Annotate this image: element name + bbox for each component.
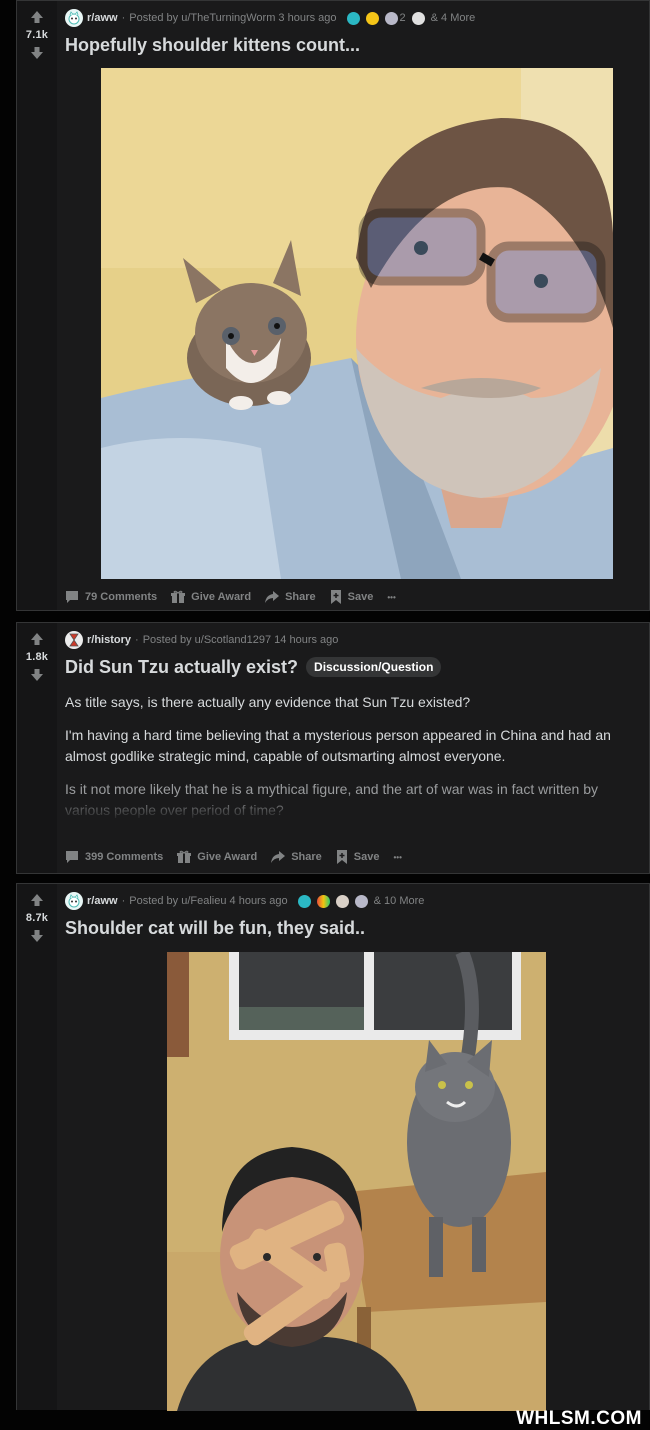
comments-label: 399 Comments [85,851,164,863]
meta-separator: · [135,634,139,646]
gift-icon [171,590,186,603]
give-award-label: Give Award [191,591,252,603]
more-options-button[interactable]: ••• [387,593,395,602]
watermark: WHLSM.COM [516,1408,642,1429]
post-image[interactable] [101,68,613,579]
comment-icon [66,851,78,863]
post-body: As title says, is there actually any evi… [65,692,645,821]
more-awards[interactable]: & 10 More [374,895,425,907]
posted-by[interactable]: Posted by u/Fealieu 4 hours ago [129,895,287,907]
post-flair[interactable]: Discussion/Question [306,657,442,677]
post-card[interactable]: 8.7k r/aww · Posted by u/Fealieu 4 hours… [16,883,650,1411]
comments-button[interactable]: 79 Comments [65,590,157,604]
save-button[interactable]: Save [336,850,380,864]
subreddit-link[interactable]: r/history [87,634,131,646]
share-icon [271,851,286,863]
post-meta: r/aww · Posted by u/Fealieu 4 hours ago … [65,890,645,912]
downvote-icon[interactable] [29,45,45,61]
vote-column: 7.1k [17,1,57,610]
subreddit-icon[interactable] [65,9,83,27]
award-icon[interactable] [384,11,398,25]
more-options-icon: ••• [387,592,396,602]
award-count: 2 [399,12,406,24]
downvote-icon[interactable] [29,928,45,944]
save-label: Save [347,591,374,603]
bookmark-icon [336,850,347,864]
give-award-label: Give Award [197,851,258,863]
post-title[interactable]: Did Sun Tzu actually exist? Discussion/Q… [65,655,645,679]
comment-icon [66,591,78,603]
vote-score: 1.8k [25,651,49,663]
share-icon [265,591,280,603]
share-button[interactable]: Share [271,850,322,864]
award-icon[interactable] [354,894,368,908]
share-label: Share [285,591,316,603]
subreddit-icon[interactable] [65,631,83,649]
bookmark-icon [330,590,341,604]
vote-column: 1.8k [17,623,57,873]
post-body-paragraph: Is it not more likely that he is a mythi… [65,781,599,818]
upvote-icon[interactable] [29,9,45,25]
posted-by[interactable]: Posted by u/TheTurningWorm 3 hours ago [129,12,336,24]
meta-separator: · [121,12,126,24]
post-body-paragraph: I'm having a hard time believing that a … [65,727,611,764]
gift-icon [177,850,192,863]
more-options-icon: ••• [393,852,402,862]
award-icon[interactable] [316,894,330,908]
subreddit-link[interactable]: r/aww [87,12,118,24]
post-image[interactable] [167,952,546,1411]
post-title-text: Did Sun Tzu actually exist? [65,657,299,677]
downvote-icon[interactable] [29,667,45,683]
post-meta: r/history · Posted by u/Scotland1297 14 … [65,629,645,651]
post-actions: 399 Comments Give Award Share Save ••• [65,844,416,870]
post-card[interactable]: 7.1k r/aww · Posted by u/TheTurningWorm … [16,0,650,611]
post-title[interactable]: Hopefully shoulder kittens count... [65,33,645,57]
award-icon[interactable] [346,11,360,25]
save-label: Save [353,851,380,863]
give-award-button[interactable]: Give Award [171,590,251,604]
share-button[interactable]: Share [265,590,316,604]
vote-score: 8.7k [25,912,49,924]
award-icon[interactable] [335,894,349,908]
upvote-icon[interactable] [29,892,45,908]
save-button[interactable]: Save [330,590,374,604]
vote-score: 7.1k [25,29,49,41]
posted-by[interactable]: Posted by u/Scotland1297 14 hours ago [143,634,339,646]
award-icon[interactable] [411,11,425,25]
post-body-paragraph: As title says, is there actually any evi… [65,694,471,710]
subreddit-icon[interactable] [65,892,83,910]
post-title[interactable]: Shoulder cat will be fun, they said.. [65,916,645,940]
subreddit-link[interactable]: r/aww [87,895,118,907]
post-meta: r/aww · Posted by u/TheTurningWorm 3 hou… [65,7,645,29]
meta-separator: · [121,895,126,907]
award-icon[interactable] [297,894,311,908]
give-award-button[interactable]: Give Award [177,850,257,864]
award-icon[interactable] [365,11,379,25]
vote-column: 8.7k [17,884,57,1410]
post-card[interactable]: 1.8k r/history · Posted by u/Scotland129… [16,622,650,874]
post-actions: 79 Comments Give Award Share Save ••• [65,584,410,610]
more-options-button[interactable]: ••• [393,853,401,862]
more-awards[interactable]: & 4 More [431,12,476,24]
share-label: Share [291,851,322,863]
upvote-icon[interactable] [29,631,45,647]
comments-button[interactable]: 399 Comments [65,850,163,864]
comments-label: 79 Comments [85,591,158,603]
